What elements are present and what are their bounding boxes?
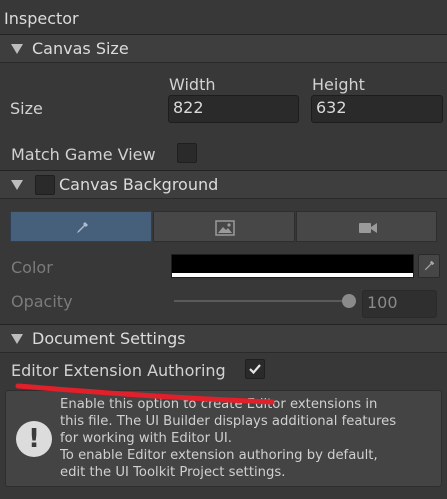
- foldout-expanded-icon: [11, 180, 23, 190]
- opacity-label: Opacity: [11, 292, 73, 311]
- image-icon: [215, 220, 235, 236]
- match-game-view-label: Match Game View: [11, 145, 156, 164]
- camera-icon: [359, 223, 377, 233]
- eyedropper-icon: [77, 222, 88, 233]
- background-mode-tabs: [10, 211, 437, 242]
- canvas-background-enable-checkbox[interactable]: [35, 175, 55, 195]
- color-label: Color: [11, 258, 53, 277]
- eyedropper-icon: [424, 260, 435, 271]
- alpha-bar: [172, 273, 413, 277]
- tab-camera-mode[interactable]: [296, 211, 437, 242]
- section-canvas-background-label: Canvas Background: [59, 175, 219, 194]
- warning-icon: !: [16, 421, 52, 457]
- color-field[interactable]: [171, 254, 414, 278]
- size-label: Size: [10, 99, 43, 118]
- help-line: edit the UI Toolkit Project settings.: [60, 465, 286, 480]
- tab-color-mode[interactable]: [10, 211, 152, 242]
- height-label: Height: [312, 75, 365, 94]
- help-line: To enable Editor extension authoring by …: [60, 448, 378, 463]
- opacity-slider-track[interactable]: [174, 300, 352, 302]
- foldout-expanded-icon: [11, 44, 23, 54]
- width-input[interactable]: 822: [168, 95, 299, 123]
- opacity-slider-thumb[interactable]: [342, 294, 356, 308]
- foldout-expanded-icon: [11, 334, 23, 344]
- height-input[interactable]: 632: [311, 95, 443, 123]
- color-picker-button[interactable]: [418, 254, 440, 278]
- inspector-title: Inspector: [4, 9, 79, 28]
- opacity-input[interactable]: 100: [362, 290, 437, 318]
- section-document-settings-header[interactable]: Document Settings: [0, 324, 447, 353]
- help-line: for working with Editor UI.: [60, 431, 232, 446]
- help-line: this file. The UI Builder displays addit…: [60, 414, 397, 429]
- width-label: Width: [169, 75, 216, 94]
- section-canvas-size-header[interactable]: Canvas Size: [0, 34, 447, 63]
- section-document-settings-label: Document Settings: [32, 329, 186, 348]
- section-canvas-size-label: Canvas Size: [32, 39, 129, 58]
- section-canvas-background-header[interactable]: Canvas Background: [0, 170, 447, 199]
- match-game-view-checkbox[interactable]: [177, 143, 197, 163]
- tab-image-mode[interactable]: [153, 211, 295, 242]
- annotation-underline: [15, 383, 275, 405]
